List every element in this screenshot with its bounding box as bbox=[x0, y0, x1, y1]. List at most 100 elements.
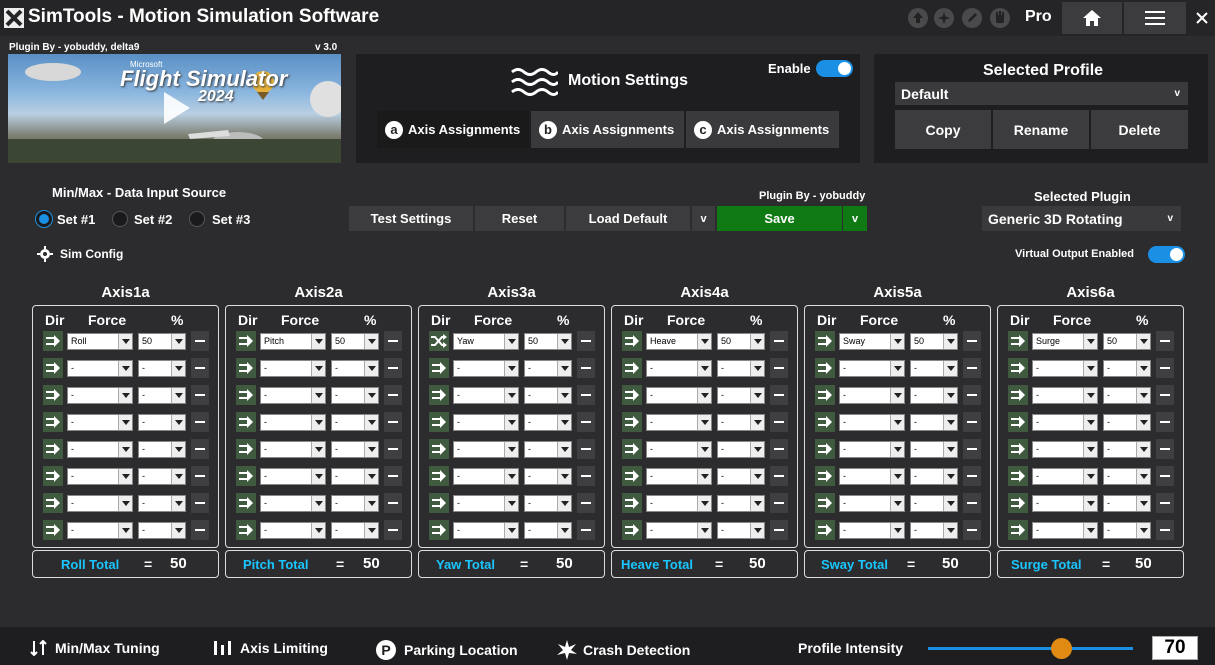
remove-row-button[interactable] bbox=[191, 493, 209, 513]
direction-button[interactable] bbox=[815, 412, 835, 432]
parking-location-link[interactable]: P Parking Location bbox=[376, 640, 518, 660]
percent-select[interactable]: - bbox=[524, 441, 572, 458]
percent-select[interactable]: - bbox=[138, 387, 186, 404]
remove-row-button[interactable] bbox=[963, 466, 981, 486]
reset-button[interactable]: Reset bbox=[475, 206, 564, 231]
percent-select[interactable]: - bbox=[524, 387, 572, 404]
force-select[interactable]: - bbox=[260, 441, 326, 458]
direction-button[interactable] bbox=[1008, 358, 1028, 378]
save-dropdown-button[interactable]: v bbox=[843, 206, 867, 231]
force-select[interactable]: - bbox=[67, 441, 133, 458]
update-arrow-icon[interactable] bbox=[908, 8, 928, 28]
percent-select[interactable]: - bbox=[331, 360, 379, 377]
remove-row-button[interactable] bbox=[577, 412, 595, 432]
game-banner-video[interactable]: Microsoft Flight Simulator 2024 bbox=[8, 54, 341, 163]
percent-select[interactable]: - bbox=[524, 495, 572, 512]
remove-row-button[interactable] bbox=[963, 493, 981, 513]
remove-row-button[interactable] bbox=[770, 331, 788, 351]
remove-row-button[interactable] bbox=[770, 439, 788, 459]
remove-row-button[interactable] bbox=[577, 493, 595, 513]
force-select[interactable]: - bbox=[1032, 414, 1098, 431]
enable-toggle[interactable] bbox=[816, 60, 853, 77]
force-select[interactable]: - bbox=[260, 522, 326, 539]
percent-select[interactable]: - bbox=[717, 360, 765, 377]
remove-row-button[interactable] bbox=[770, 385, 788, 405]
remove-row-button[interactable] bbox=[1156, 385, 1174, 405]
force-select[interactable]: - bbox=[260, 414, 326, 431]
force-select[interactable]: Sway bbox=[839, 333, 905, 350]
force-select[interactable]: - bbox=[839, 522, 905, 539]
direction-button[interactable] bbox=[236, 358, 256, 378]
direction-button[interactable] bbox=[622, 493, 642, 513]
play-icon[interactable] bbox=[156, 88, 196, 128]
percent-select[interactable]: 50 bbox=[717, 333, 765, 350]
force-select[interactable]: Yaw bbox=[453, 333, 519, 350]
remove-row-button[interactable] bbox=[1156, 439, 1174, 459]
minmax-tuning-link[interactable]: Min/Max Tuning bbox=[30, 640, 160, 656]
remove-row-button[interactable] bbox=[191, 520, 209, 540]
test-settings-button[interactable]: Test Settings bbox=[349, 206, 473, 231]
direction-button[interactable] bbox=[236, 520, 256, 540]
percent-select[interactable]: - bbox=[910, 495, 958, 512]
percent-select[interactable]: - bbox=[910, 387, 958, 404]
remove-row-button[interactable] bbox=[770, 466, 788, 486]
direction-button[interactable] bbox=[429, 466, 449, 486]
force-select[interactable]: - bbox=[646, 441, 712, 458]
hand-icon[interactable] bbox=[990, 8, 1010, 28]
remove-row-button[interactable] bbox=[384, 520, 402, 540]
remove-row-button[interactable] bbox=[191, 466, 209, 486]
force-select[interactable]: - bbox=[839, 387, 905, 404]
force-select[interactable]: - bbox=[453, 414, 519, 431]
direction-button[interactable] bbox=[815, 358, 835, 378]
direction-button[interactable] bbox=[43, 385, 63, 405]
direction-button[interactable] bbox=[1008, 412, 1028, 432]
tab-axis-assignments-c[interactable]: c Axis Assignments bbox=[686, 111, 839, 148]
percent-select[interactable]: - bbox=[910, 414, 958, 431]
percent-select[interactable]: - bbox=[1103, 387, 1151, 404]
percent-select[interactable]: - bbox=[1103, 441, 1151, 458]
percent-select[interactable]: - bbox=[910, 522, 958, 539]
remove-row-button[interactable] bbox=[963, 520, 981, 540]
direction-button[interactable] bbox=[236, 331, 256, 351]
remove-row-button[interactable] bbox=[963, 358, 981, 378]
percent-select[interactable]: 50 bbox=[524, 333, 572, 350]
load-default-button[interactable]: Load Default bbox=[566, 206, 690, 231]
intensity-value-input[interactable]: 70 bbox=[1152, 636, 1198, 660]
direction-button[interactable] bbox=[236, 412, 256, 432]
percent-select[interactable]: - bbox=[717, 522, 765, 539]
direction-button[interactable] bbox=[815, 331, 835, 351]
percent-select[interactable]: - bbox=[138, 522, 186, 539]
percent-select[interactable]: - bbox=[138, 468, 186, 485]
direction-button[interactable] bbox=[43, 358, 63, 378]
percent-select[interactable]: - bbox=[331, 468, 379, 485]
remove-row-button[interactable] bbox=[384, 331, 402, 351]
rename-profile-button[interactable]: Rename bbox=[993, 110, 1089, 149]
force-select[interactable]: - bbox=[646, 495, 712, 512]
percent-select[interactable]: - bbox=[138, 414, 186, 431]
gear-icon[interactable] bbox=[37, 246, 53, 262]
direction-button[interactable] bbox=[622, 385, 642, 405]
percent-select[interactable]: - bbox=[331, 414, 379, 431]
force-select[interactable]: - bbox=[839, 495, 905, 512]
direction-button[interactable] bbox=[622, 412, 642, 432]
direction-button[interactable] bbox=[1008, 520, 1028, 540]
force-select[interactable]: Surge bbox=[1032, 333, 1098, 350]
crash-detection-link[interactable]: Crash Detection bbox=[557, 640, 690, 660]
set3-radio[interactable] bbox=[189, 211, 205, 227]
force-select[interactable]: - bbox=[1032, 468, 1098, 485]
force-select[interactable]: - bbox=[260, 387, 326, 404]
remove-row-button[interactable] bbox=[384, 385, 402, 405]
remove-row-button[interactable] bbox=[191, 331, 209, 351]
force-select[interactable]: - bbox=[1032, 522, 1098, 539]
percent-select[interactable]: - bbox=[331, 441, 379, 458]
direction-button[interactable] bbox=[1008, 493, 1028, 513]
percent-select[interactable]: 50 bbox=[331, 333, 379, 350]
percent-select[interactable]: - bbox=[524, 360, 572, 377]
percent-select[interactable]: - bbox=[331, 387, 379, 404]
remove-row-button[interactable] bbox=[577, 466, 595, 486]
percent-select[interactable]: 50 bbox=[138, 333, 186, 350]
remove-row-button[interactable] bbox=[770, 493, 788, 513]
force-select[interactable]: - bbox=[1032, 441, 1098, 458]
percent-select[interactable]: - bbox=[717, 387, 765, 404]
direction-button[interactable] bbox=[43, 439, 63, 459]
